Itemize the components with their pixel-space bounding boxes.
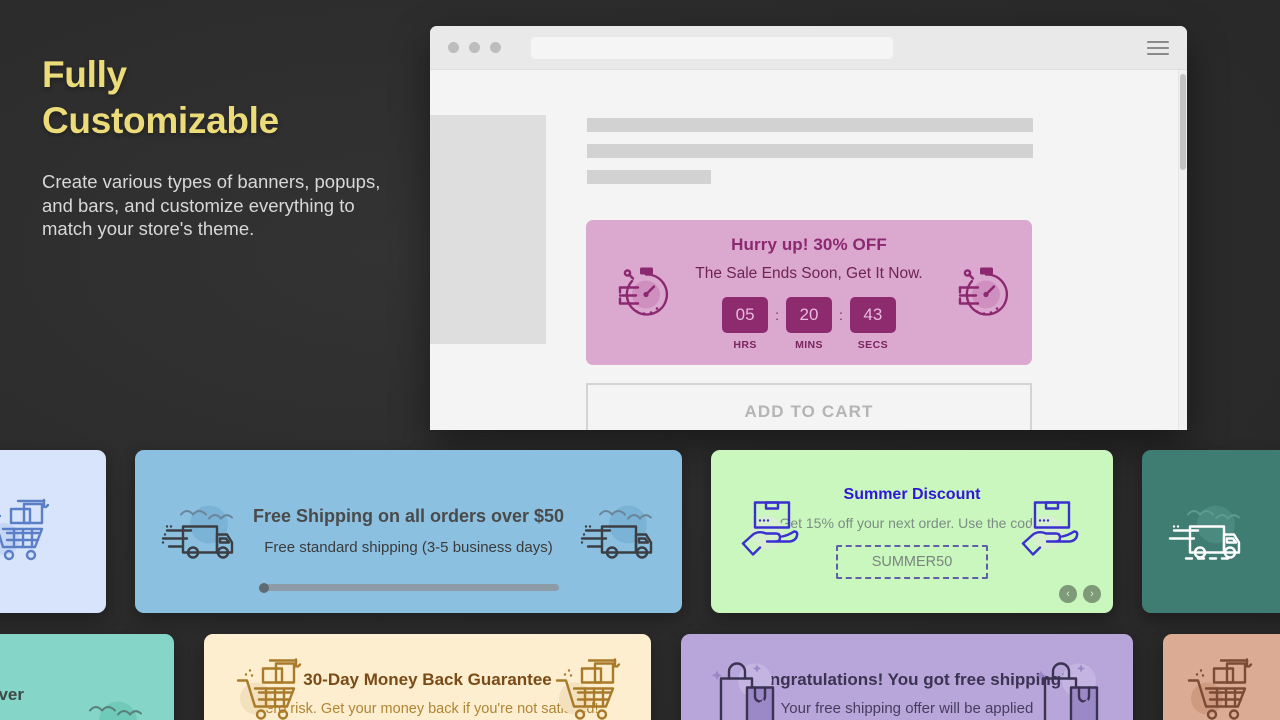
- close-dot-icon[interactable]: [448, 42, 459, 53]
- template-card-row-1: Free Shipping on all orders over $50 Fre…: [0, 450, 1280, 613]
- vertical-scrollbar[interactable]: [1178, 70, 1187, 430]
- delivery-truck-icon: [70, 692, 146, 720]
- light-blue-cart-card[interactable]: [0, 450, 106, 613]
- summer-discount-card[interactable]: Summer Discount Get 15% off your next or…: [711, 450, 1113, 613]
- countdown-seconds-label: SECS: [857, 338, 888, 351]
- skeleton-line: [587, 170, 711, 184]
- stopwatch-icon: [948, 261, 1010, 324]
- shipping-progress-knob[interactable]: [258, 582, 269, 593]
- skeleton-line: [587, 144, 1033, 158]
- teal-card-title: Free: [1238, 507, 1280, 528]
- mint-card-title: ver: [0, 684, 24, 704]
- mint-card[interactable]: ver: [0, 634, 174, 720]
- page-title: Fully Customizable: [42, 52, 402, 144]
- countdown-hours-label: HRS: [733, 338, 757, 351]
- free-shipping-card[interactable]: Free Shipping on all orders over $50 Fre…: [135, 450, 682, 613]
- page-title-line-2: Customizable: [42, 100, 279, 141]
- window-controls[interactable]: [448, 42, 501, 53]
- maximize-dot-icon[interactable]: [490, 42, 501, 53]
- countdown-minutes: 20 MINS: [786, 296, 832, 351]
- browser-toolbar: [430, 26, 1187, 70]
- template-card-row-2: ver 30-Day Money Back Guarantee Zero ris…: [0, 634, 1280, 720]
- hand-package-icon: [1017, 496, 1087, 567]
- countdown-separator: :: [839, 306, 843, 323]
- address-bar-input[interactable]: [531, 36, 893, 59]
- hamburger-menu-icon[interactable]: [1147, 40, 1169, 55]
- hero-copy: Fully Customizable Create various types …: [42, 52, 402, 241]
- carousel-next-button[interactable]: ›: [1083, 585, 1101, 603]
- page-root: Fully Customizable Create various types …: [0, 0, 1280, 720]
- delivery-truck-icon: [580, 496, 656, 567]
- countdown-seconds: 43 SECS: [849, 296, 896, 351]
- teal-card-body: Hurry u: [1238, 537, 1280, 557]
- countdown-promo-banner: Hurry up! 30% OFF The Sale Ends Soon, Ge…: [586, 220, 1032, 365]
- shopping-bag-icon: [1031, 655, 1107, 720]
- money-back-guarantee-card[interactable]: 30-Day Money Back Guarantee Zero risk. G…: [204, 634, 651, 720]
- countdown-hours: 05 HRS: [722, 296, 769, 351]
- skeleton-line: [587, 118, 1033, 132]
- browser-viewport: Hurry up! 30% OFF The Sale Ends Soon, Ge…: [430, 70, 1187, 430]
- card-content: [0, 495, 106, 569]
- hero-description: Create various types of banners, popups,…: [42, 171, 381, 239]
- skeleton-image-placeholder: [430, 115, 546, 344]
- shopping-cart-icon: [1181, 655, 1257, 720]
- shopping-cart-icon: [549, 655, 625, 720]
- countdown-minutes-label: MINS: [795, 338, 823, 351]
- countdown-separator: :: [775, 306, 779, 323]
- countdown-timer: 05 HRS : 20 MINS : 43 SECS: [695, 296, 922, 351]
- shopping-cart-icon: [230, 655, 306, 720]
- salmon-card-title: You're: [1273, 684, 1280, 705]
- promo-content: Hurry up! 30% OFF The Sale Ends Soon, Ge…: [695, 235, 922, 351]
- stopwatch-icon: [608, 261, 670, 324]
- carousel-prev-button[interactable]: ‹: [1059, 585, 1077, 603]
- countdown-hours-value: 05: [722, 296, 769, 333]
- carousel-controls[interactable]: ‹ ›: [1059, 585, 1101, 603]
- shopping-bag-icon: [707, 655, 783, 720]
- shipping-progress-bar: [258, 582, 559, 593]
- delivery-truck-icon: [1168, 496, 1244, 567]
- salmon-progress-card[interactable]: You're: [1163, 634, 1280, 720]
- countdown-seconds-value: 43: [849, 296, 896, 333]
- free-shipping-congrats-card[interactable]: Congratulations! You got free shipping! …: [681, 634, 1133, 720]
- add-to-cart-button[interactable]: ADD TO CART: [586, 383, 1032, 430]
- countdown-minutes-value: 20: [786, 296, 832, 333]
- minimize-dot-icon[interactable]: [469, 42, 480, 53]
- promo-title: Hurry up! 30% OFF: [731, 234, 887, 254]
- hand-package-icon: [737, 496, 807, 567]
- skeleton-text-placeholder: [587, 118, 1033, 184]
- promo-subtitle: The Sale Ends Soon, Get It Now.: [695, 264, 923, 282]
- delivery-truck-icon: [161, 496, 237, 567]
- coupon-code[interactable]: SUMMER50: [835, 545, 989, 579]
- teal-free-shipping-card[interactable]: Free Hurry u: [1142, 450, 1280, 613]
- shopping-cart-icon: [0, 495, 94, 569]
- browser-window: Hurry up! 30% OFF The Sale Ends Soon, Ge…: [430, 26, 1187, 430]
- scrollbar-thumb[interactable]: [1179, 74, 1186, 170]
- page-title-line-1: Fully: [42, 54, 127, 95]
